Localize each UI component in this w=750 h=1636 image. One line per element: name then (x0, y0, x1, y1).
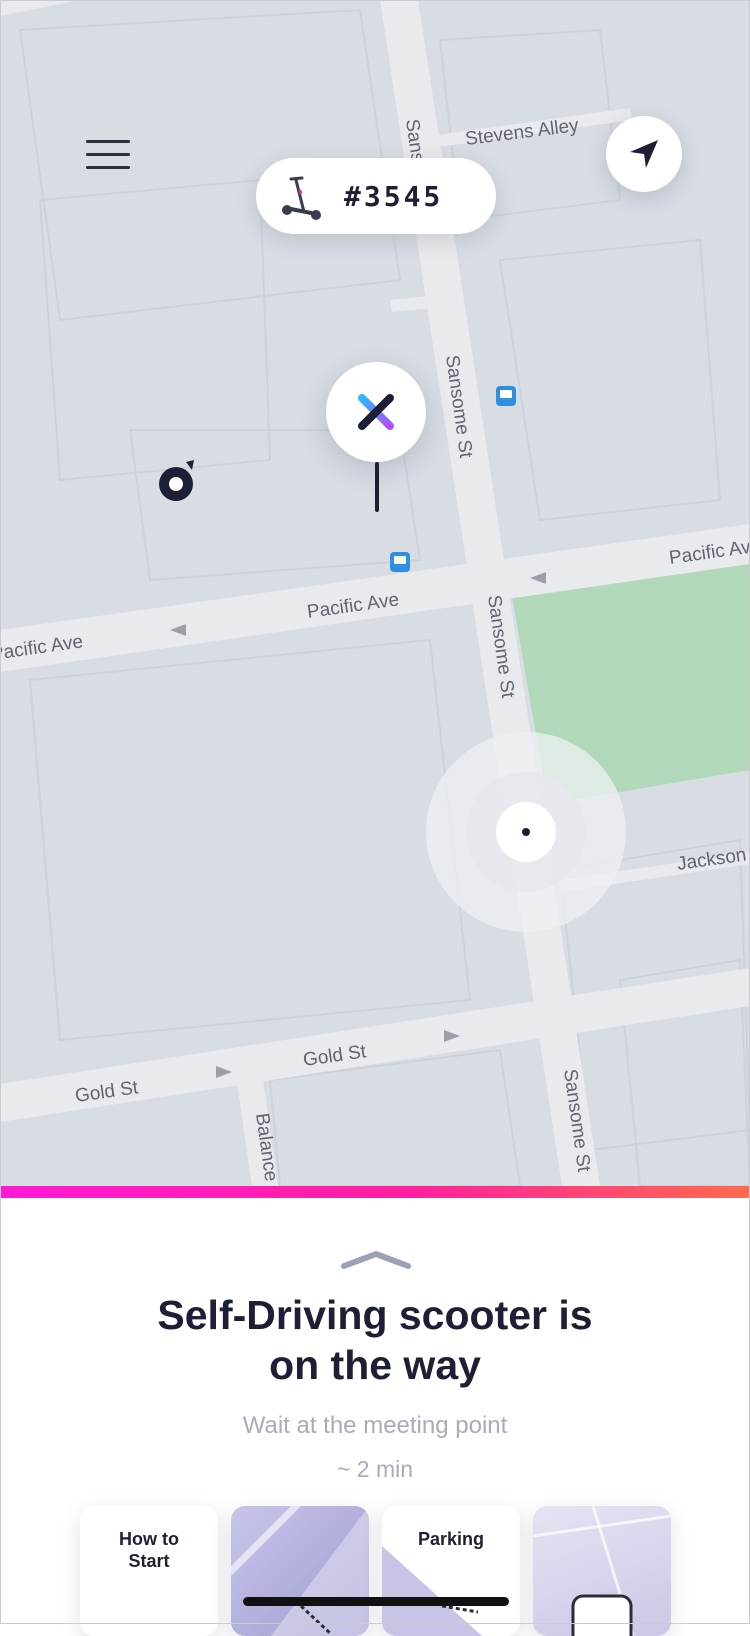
map-illustration-icon (533, 1506, 671, 1636)
navigation-arrow-icon (630, 140, 658, 168)
status-title: Self-Driving scooter is on the way (157, 1292, 593, 1388)
locate-button[interactable] (606, 116, 682, 192)
status-subtitle: Wait at the meeting point (242, 1412, 508, 1439)
destination-marker[interactable] (326, 362, 426, 462)
chevron-up-icon[interactable] (340, 1250, 412, 1270)
parking-illustration-icon (382, 1546, 482, 1636)
eta-text: ~ 2 min (336, 1456, 414, 1482)
card-illustration-scooter[interactable] (231, 1506, 369, 1636)
user-location-icon (426, 732, 626, 932)
card-how-to-start[interactable]: How to Start (80, 1506, 218, 1636)
menu-button[interactable] (86, 140, 130, 172)
progress-accent-bar (0, 1186, 750, 1198)
scooter-icon (282, 176, 321, 220)
x-logo-icon (358, 394, 394, 430)
destination-pin-stem (375, 462, 379, 512)
bus-stop-icon[interactable] (496, 386, 516, 406)
card-parking[interactable]: Parking (382, 1506, 520, 1636)
scooter-id-pill[interactable]: #3545 (256, 158, 496, 234)
bus-stop-icon[interactable] (390, 552, 410, 572)
scooter-id: #3545 (344, 180, 444, 213)
hamburger-icon (86, 140, 130, 143)
scooter-illustration-icon (231, 1506, 369, 1636)
info-cards: How to Start Parking (80, 1506, 680, 1636)
home-indicator[interactable] (243, 1597, 509, 1606)
card-illustration-map[interactable] (533, 1506, 671, 1636)
